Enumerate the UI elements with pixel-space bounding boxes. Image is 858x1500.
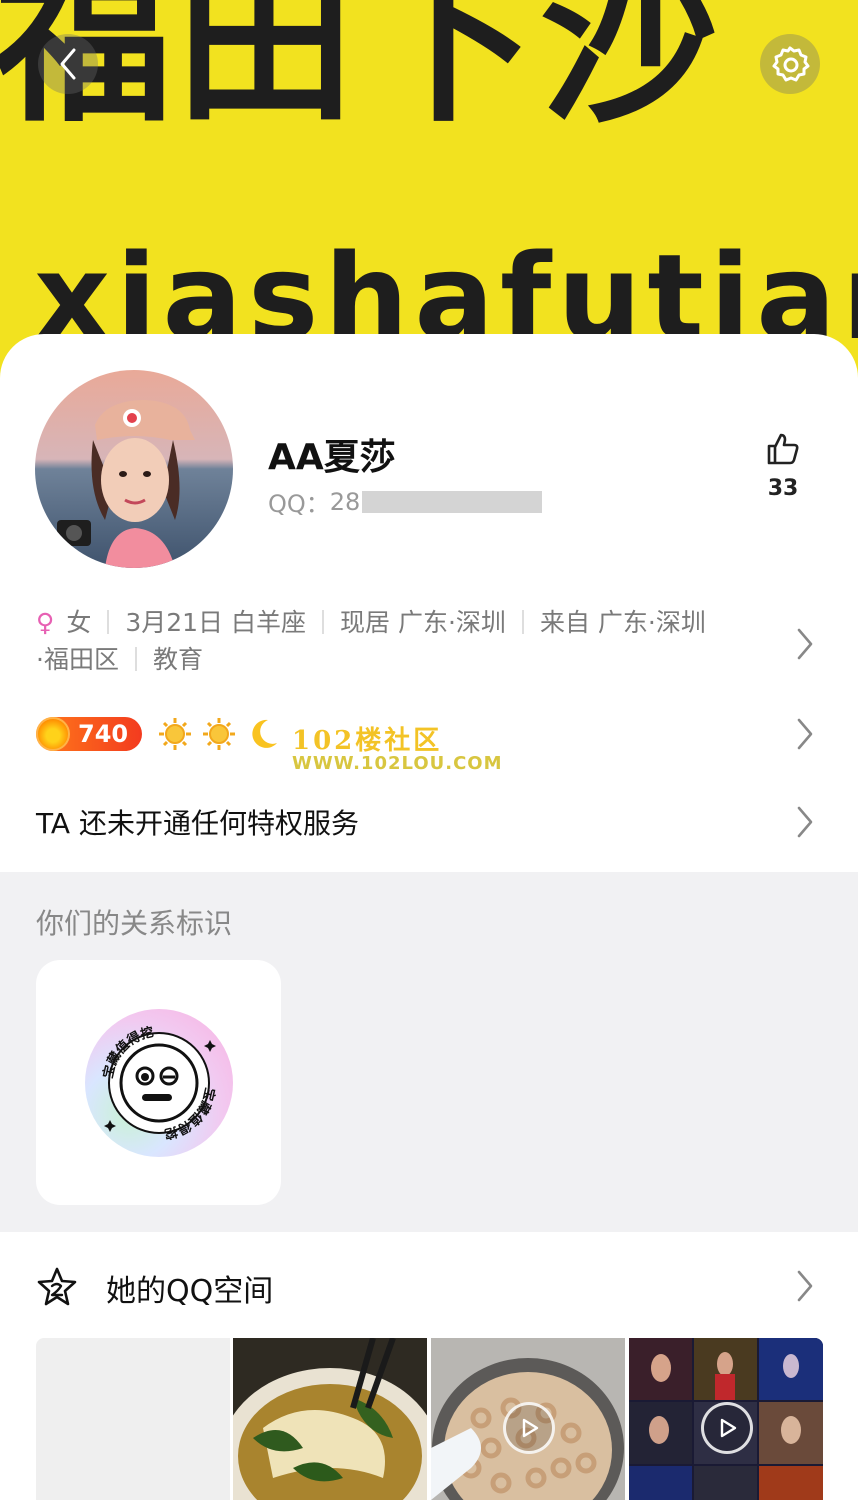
like-button[interactable]: 33 (752, 432, 814, 501)
avatar-photo (35, 370, 233, 568)
occupation: 教育 (152, 645, 203, 674)
qq-number-line[interactable]: QQ： 28 (268, 484, 543, 519)
thumbs-up-icon (767, 433, 799, 465)
qq-number-redacted (362, 490, 543, 513)
relation-section-title: 你们的关系标识 (36, 907, 233, 940)
watermark-title: 102楼社区 (292, 726, 443, 756)
chevron-right-icon[interactable] (792, 802, 818, 842)
qzone-photo-noodles[interactable] (233, 1338, 427, 1500)
play-icon (503, 1402, 555, 1454)
qzone-photo-blank[interactable] (36, 1338, 230, 1500)
nickname: AA夏莎 (268, 437, 396, 478)
watermark-url: WWW.102LOU.COM (292, 753, 503, 774)
sun-icon (202, 717, 236, 751)
moon-icon (246, 717, 280, 751)
qq-label: QQ： (268, 490, 330, 518)
level-value: 740 (78, 720, 129, 748)
avatar[interactable] (35, 370, 233, 568)
cover-image[interactable]: 福田下沙 xiashafutian (0, 0, 858, 380)
qzone-video-cereal[interactable] (431, 1338, 625, 1500)
qq-number-prefix: 28 (329, 487, 361, 516)
female-icon: ♀ (36, 608, 55, 637)
watermark: 102楼社区 WWW.102LOU.COM (292, 720, 503, 774)
chevron-right-icon[interactable] (792, 624, 818, 664)
divider (322, 610, 325, 634)
privilege-row[interactable]: TA 还未开通任何特权服务 (36, 802, 359, 842)
hometown-label: 来自 (539, 608, 590, 637)
district: ·福田区 (36, 645, 119, 674)
level-badge: 740 (36, 717, 142, 751)
divider (134, 647, 137, 671)
noodle-bowl-image (233, 1338, 427, 1500)
chevron-right-icon[interactable] (792, 714, 818, 754)
zodiac: 白羊座 (231, 608, 307, 637)
flame-icon (36, 717, 70, 751)
qzone-title[interactable]: 她的QQ空间 (106, 1266, 273, 1310)
cover-title-text: 福田下沙 (0, 0, 722, 146)
qzone-video-concert[interactable] (629, 1338, 823, 1500)
residence-label: 现居 (340, 608, 391, 637)
qzone-star-icon (37, 1267, 77, 1306)
back-button[interactable] (38, 34, 98, 94)
play-icon (701, 1402, 753, 1454)
birthday: 3月21日 (125, 608, 224, 637)
relation-badge-icon: 宝藏值得挖掘 宝藏值得挖掘 (84, 1008, 233, 1157)
like-count: 33 (767, 476, 799, 501)
divider (107, 610, 110, 634)
divider (521, 610, 524, 634)
gear-icon (772, 46, 810, 82)
residence: 广东·深圳 (397, 608, 506, 637)
relation-badge-card[interactable]: 宝藏值得挖掘 宝藏值得挖掘 (36, 960, 281, 1205)
chevron-right-icon[interactable] (792, 1266, 818, 1306)
profile-info-row[interactable]: ♀ 女 3月21日 白羊座 现居 广东·深圳 来自 广东·深圳 ·福田区 教育 (36, 604, 766, 678)
qq-level-row[interactable]: 740 (36, 716, 290, 752)
settings-button[interactable] (760, 34, 820, 94)
hometown: 广东·深圳 (597, 608, 706, 637)
chevron-left-icon (60, 48, 76, 80)
sun-icon (158, 717, 192, 751)
gender: 女 (66, 608, 92, 637)
